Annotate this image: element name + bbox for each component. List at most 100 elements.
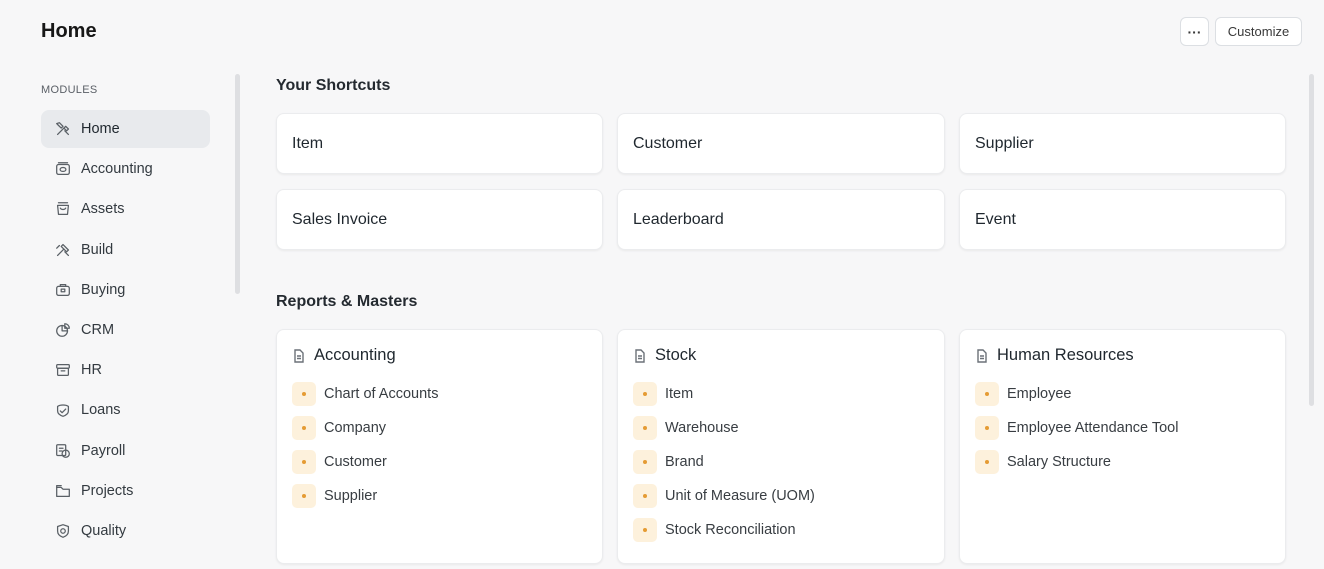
report-link-label: Stock Reconciliation [665,522,796,538]
shortcut-event[interactable]: Event [959,189,1286,250]
home-tools-icon [53,119,73,139]
report-link[interactable]: Employee Attendance Tool [975,416,1270,440]
report-link-label: Warehouse [665,420,739,436]
shortcut-supplier[interactable]: Supplier [959,113,1286,174]
sidebar-item-label: CRM [81,321,115,338]
customize-button[interactable]: Customize [1215,17,1302,46]
report-link[interactable]: Employee [975,382,1270,406]
reports-grid: Accounting Chart of Accounts Company Cus… [276,329,1286,564]
projects-icon [53,481,73,501]
payroll-icon [53,441,73,461]
hr-icon [53,360,73,380]
bullet-icon [975,450,999,474]
report-link-label: Unit of Measure (UOM) [665,488,815,504]
sidebar-list: Home Accounting Assets Build Buying CRM … [41,110,210,550]
shortcut-sales-invoice[interactable]: Sales Invoice [276,189,603,250]
sidebar: MODULES Home Accounting Assets Build Buy… [41,74,241,569]
report-card-stock: Stock Item Warehouse Brand Unit of Measu… [617,329,945,564]
shortcut-customer[interactable]: Customer [617,113,945,174]
report-link-list: Chart of Accounts Company Customer Suppl… [292,382,587,508]
report-link-label: Chart of Accounts [324,386,439,402]
bullet-icon [633,416,657,440]
report-link[interactable]: Warehouse [633,416,929,440]
report-card-header[interactable]: Accounting [292,346,587,365]
sidebar-item-label: Loans [81,402,121,419]
shortcuts-title: Your Shortcuts [276,77,391,94]
bullet-icon [975,382,999,406]
sidebar-item-crm[interactable]: CRM [41,311,210,349]
report-link-label: Supplier [324,488,378,504]
report-link[interactable]: Salary Structure [975,450,1270,474]
report-link[interactable]: Supplier [292,484,587,508]
report-link-label: Salary Structure [1007,454,1111,470]
bullet-icon [292,450,316,474]
sidebar-item-quality[interactable]: Quality [41,512,210,550]
sidebar-scrollbar[interactable] [235,74,240,294]
sidebar-item-payroll[interactable]: Payroll [41,432,210,470]
report-card-title: Accounting [314,346,396,364]
sidebar-item-label: Projects [81,482,134,499]
report-link[interactable]: Unit of Measure (UOM) [633,484,929,508]
report-link-label: Company [324,420,387,436]
report-link[interactable]: Stock Reconciliation [633,518,929,542]
header-actions: ··· Customize [1180,17,1302,46]
quality-icon [53,521,73,541]
shortcuts-grid: Item Customer Supplier Sales Invoice Lea… [276,113,1286,250]
sidebar-item-hr[interactable]: HR [41,351,210,389]
reports-title: Reports & Masters [276,293,418,310]
buying-icon [53,280,73,300]
sidebar-heading: MODULES [41,84,98,96]
report-card-title: Stock [655,346,697,364]
sidebar-item-label: Quality [81,522,127,539]
report-card-header[interactable]: Human Resources [975,346,1270,365]
shortcut-leaderboard[interactable]: Leaderboard [617,189,945,250]
sidebar-item-label: Home [81,121,120,137]
report-card-human-resources: Human Resources Employee Employee Attend… [959,329,1286,564]
report-link-list: Item Warehouse Brand Unit of Measure (UO… [633,382,929,542]
shortcut-item[interactable]: Item [276,113,603,174]
sidebar-item-home[interactable]: Home [41,110,210,148]
bullet-icon [633,382,657,406]
sidebar-item-label: Payroll [81,442,126,459]
loans-icon [53,400,73,420]
report-card-title: Human Resources [997,346,1134,364]
sidebar-item-assets[interactable]: Assets [41,190,210,228]
report-link[interactable]: Customer [292,450,587,474]
build-icon [53,240,73,260]
assets-icon [53,199,73,219]
report-link-label: Employee [1007,386,1072,402]
sidebar-item-label: HR [81,362,102,379]
bullet-icon [292,416,316,440]
sidebar-item-label: Build [81,241,114,258]
report-card-accounting: Accounting Chart of Accounts Company Cus… [276,329,603,564]
sidebar-item-label: Accounting [81,161,153,178]
document-icon [294,348,304,363]
sidebar-item-projects[interactable]: Projects [41,472,210,510]
bullet-icon [975,416,999,440]
more-options-button[interactable]: ··· [1180,17,1209,46]
report-link-label: Customer [324,454,387,470]
report-link[interactable]: Chart of Accounts [292,382,587,406]
page-title: Home [41,20,97,42]
sidebar-item-accounting[interactable]: Accounting [41,150,210,188]
report-link[interactable]: Item [633,382,929,406]
accounting-icon [53,159,73,179]
report-card-header[interactable]: Stock [633,346,929,365]
bullet-icon [292,382,316,406]
report-link[interactable]: Company [292,416,587,440]
document-icon [977,348,987,363]
bullet-icon [633,450,657,474]
report-link-label: Item [665,386,694,402]
sidebar-item-label: Assets [81,201,125,218]
sidebar-item-label: Buying [81,281,126,298]
main-scrollbar[interactable] [1309,74,1314,406]
bullet-icon [633,518,657,542]
report-link-label: Brand [665,454,704,470]
sidebar-item-buying[interactable]: Buying [41,271,210,309]
document-icon [635,348,645,363]
bullet-icon [292,484,316,508]
sidebar-item-build[interactable]: Build [41,231,210,269]
report-link[interactable]: Brand [633,450,929,474]
bullet-icon [633,484,657,508]
sidebar-item-loans[interactable]: Loans [41,391,210,429]
